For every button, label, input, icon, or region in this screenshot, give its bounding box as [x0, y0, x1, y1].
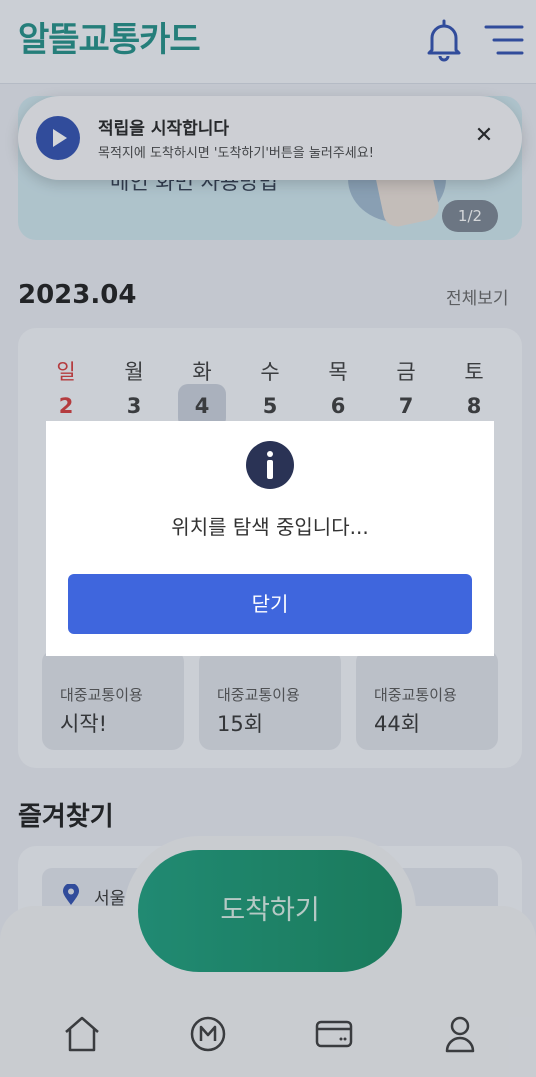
close-button[interactable]: 닫기 [68, 574, 472, 634]
location-dialog: 위치를 탐색 중입니다... 닫기 [46, 421, 494, 656]
info-icon [246, 441, 294, 489]
dialog-message: 위치를 탐색 중입니다... [171, 515, 369, 539]
